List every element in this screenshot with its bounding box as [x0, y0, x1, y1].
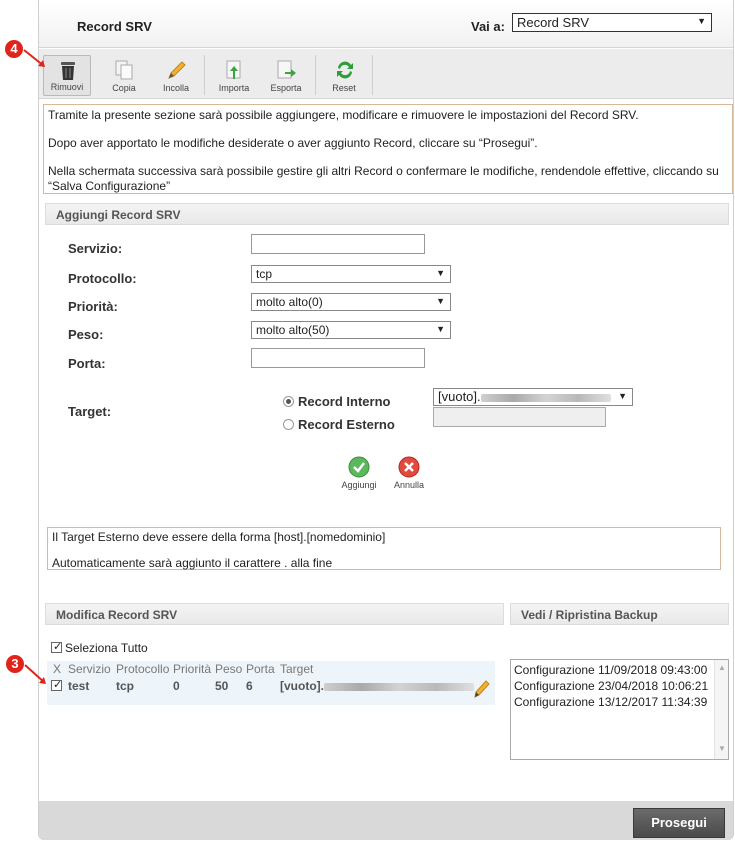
add-button[interactable]: Aggiungi	[334, 456, 384, 490]
radio-internal[interactable]: Record Interno	[283, 394, 390, 409]
scrollbar[interactable]: ▲ ▼	[714, 660, 728, 759]
copy-icon	[115, 60, 133, 80]
port-input[interactable]	[251, 348, 425, 368]
priority-select[interactable]: molto alto(0) ▼	[251, 293, 451, 311]
dropdown-arrow-icon: ▼	[436, 268, 445, 278]
export-icon	[277, 60, 296, 79]
port-label: Porta:	[68, 356, 106, 371]
external-target-input[interactable]	[433, 407, 606, 427]
redacted-blur	[480, 393, 611, 402]
edit-pencil-icon[interactable]	[473, 679, 491, 702]
backup-list[interactable]: Configurazione 11/09/2018 09:43:00 Confi…	[510, 659, 729, 760]
toolbar-separator	[204, 55, 205, 95]
backup-item[interactable]: Configurazione 23/04/2018 10:06:21	[514, 678, 725, 694]
checkmark-icon	[348, 456, 370, 478]
main-panel: Record SRV Vai a: Record SRV ▼ Rimuovi C…	[38, 0, 734, 840]
dropdown-arrow-icon: ▼	[697, 16, 706, 26]
row-checkbox[interactable]	[51, 678, 65, 693]
step-badge-3: 3	[6, 655, 24, 673]
backup-item[interactable]: Configurazione 11/09/2018 09:43:00	[514, 662, 725, 678]
protocol-label: Protocollo:	[68, 271, 137, 286]
protocol-select[interactable]: tcp ▼	[251, 265, 451, 283]
pencil-icon	[168, 61, 186, 79]
arrow-pointer-icon	[24, 664, 46, 684]
radio-external[interactable]: Record Esterno	[283, 417, 395, 432]
service-input[interactable]	[251, 234, 425, 254]
service-label: Servizio:	[68, 241, 123, 256]
dropdown-arrow-icon: ▼	[436, 296, 445, 306]
import-icon	[226, 60, 241, 79]
cancel-x-icon	[398, 456, 420, 478]
redacted-blur	[324, 682, 474, 691]
toolbar-separator	[315, 55, 316, 95]
target-label: Target:	[68, 404, 112, 419]
page-title: Record SRV	[77, 19, 152, 34]
edit-section-header: Modifica Record SRV	[45, 603, 504, 625]
import-button[interactable]: Importa	[210, 55, 258, 96]
goto-select[interactable]: Record SRV ▼	[512, 13, 712, 32]
arrow-pointer-icon	[23, 49, 45, 67]
export-button[interactable]: Esporta	[262, 55, 310, 96]
header: Record SRV Vai a: Record SRV ▼	[39, 0, 733, 48]
dropdown-arrow-icon: ▼	[618, 391, 627, 401]
row-target: [vuoto].	[280, 679, 474, 693]
trash-icon	[61, 62, 75, 80]
reset-button[interactable]: Reset	[320, 55, 368, 96]
weight-label: Peso:	[68, 327, 104, 342]
goto-label: Vai a:	[471, 19, 505, 34]
footer: Prosegui	[39, 801, 733, 840]
paste-button[interactable]: Incolla	[152, 55, 200, 96]
refresh-icon	[337, 61, 353, 79]
select-all-checkbox[interactable]	[51, 640, 62, 653]
step-badge-4: 4	[5, 40, 23, 58]
weight-select[interactable]: molto alto(50) ▼	[251, 321, 451, 339]
info-box: Tramite la presente sezione sarà possibi…	[43, 104, 733, 194]
dropdown-arrow-icon: ▼	[436, 324, 445, 334]
add-section-header: Aggiungi Record SRV	[45, 203, 729, 225]
backup-item[interactable]: Configurazione 13/12/2017 11:34:39	[514, 694, 725, 710]
remove-button[interactable]: Rimuovi	[43, 55, 91, 96]
radio-external-button[interactable]	[283, 419, 294, 430]
select-all[interactable]: Seleziona Tutto	[51, 640, 148, 655]
table-header: X Servizio Protocollo Priorità Peso Port…	[47, 661, 495, 677]
table-row: test tcp 0 50 6 [vuoto].	[47, 677, 495, 705]
toolbar: Rimuovi Copia Incolla Importa Esporta Re…	[39, 49, 733, 99]
priority-label: Priorità:	[68, 299, 118, 314]
scroll-down-icon[interactable]: ▼	[718, 741, 726, 757]
backup-section-header: Vedi / Ripristina Backup	[510, 603, 729, 625]
cancel-button[interactable]: Annulla	[384, 456, 434, 490]
note-box: Il Target Esterno deve essere della form…	[47, 527, 721, 570]
copy-button[interactable]: Copia	[100, 55, 148, 96]
next-button[interactable]: Prosegui	[633, 808, 725, 838]
scroll-up-icon[interactable]: ▲	[718, 660, 726, 676]
internal-target-select[interactable]: [vuoto]. ▼	[433, 388, 633, 406]
radio-internal-button[interactable]	[283, 396, 294, 407]
toolbar-separator	[372, 55, 373, 95]
